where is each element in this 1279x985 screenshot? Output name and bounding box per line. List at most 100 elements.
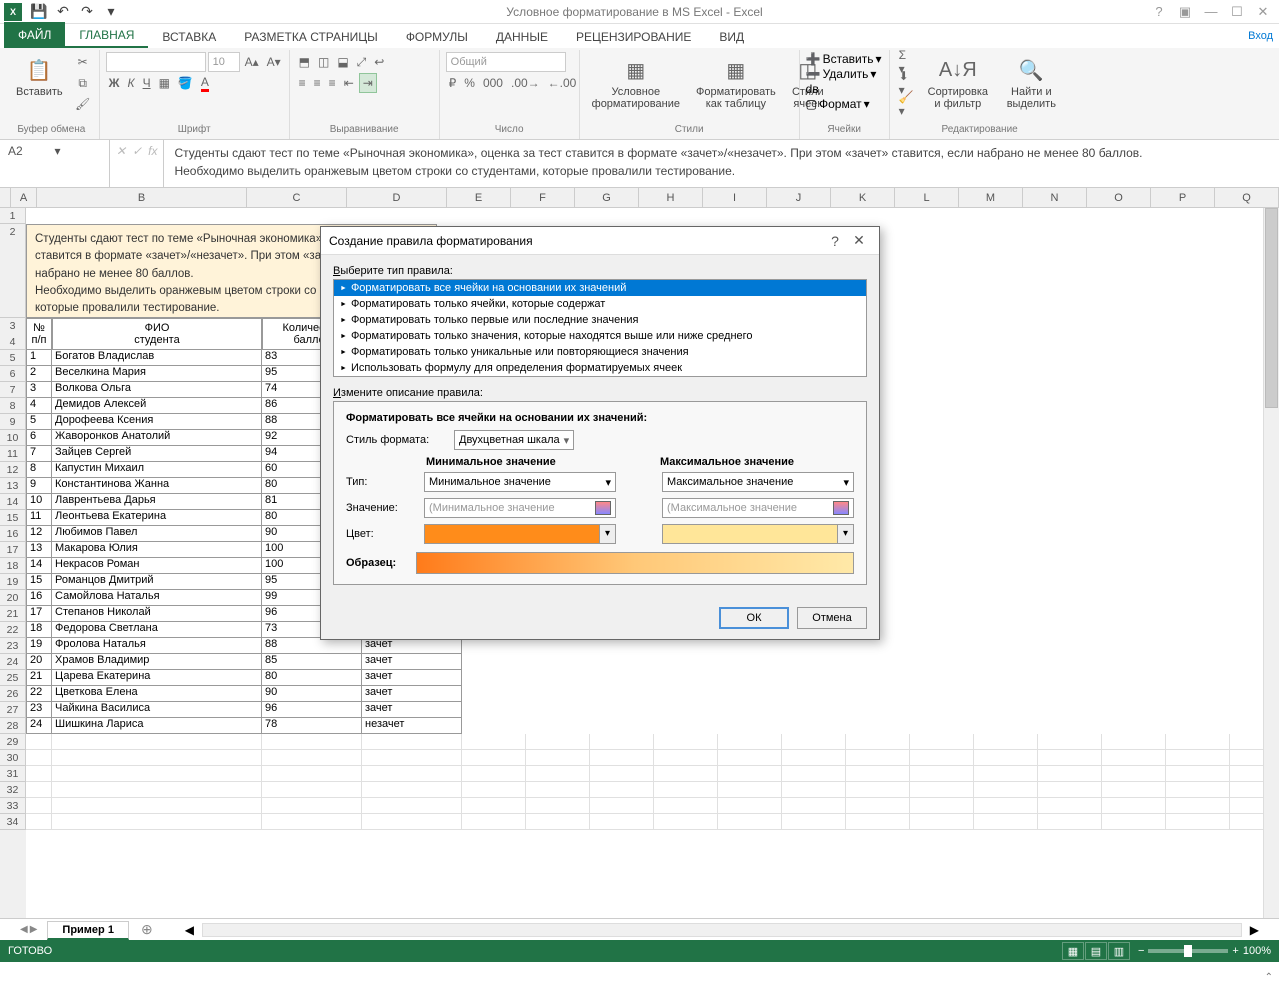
paste-button[interactable]: 📋 Вставить xyxy=(10,52,69,100)
data-cell[interactable]: Веселкина Мария xyxy=(52,366,262,382)
align-left-icon[interactable]: ≡ xyxy=(296,73,309,93)
row-header[interactable]: 16 xyxy=(0,526,26,542)
tab-formulas[interactable]: ФОРМУЛЫ xyxy=(392,26,482,48)
column-header[interactable]: G xyxy=(575,188,639,207)
data-cell[interactable]: Макарова Юлия xyxy=(52,542,262,558)
column-header[interactable]: P xyxy=(1151,188,1215,207)
dialog-titlebar[interactable]: Создание правила форматирования ? ✕ xyxy=(321,227,879,255)
data-cell[interactable]: 16 xyxy=(26,590,52,606)
data-cell[interactable]: зачет xyxy=(362,670,462,686)
data-cell[interactable]: Степанов Николай xyxy=(52,606,262,622)
data-cell[interactable]: 85 xyxy=(262,654,362,670)
hscroll-right-icon[interactable]: ▶ xyxy=(1250,923,1259,937)
data-cell[interactable]: Демидов Алексей xyxy=(52,398,262,414)
data-cell[interactable]: 4 xyxy=(26,398,52,414)
rule-type-item[interactable]: Форматировать только ячейки, которые сод… xyxy=(334,296,866,312)
italic-button[interactable]: К xyxy=(125,73,138,93)
data-cell[interactable]: Самойлова Наталья xyxy=(52,590,262,606)
min-value-field[interactable]: (Минимальное значение xyxy=(424,498,616,518)
delete-cells-button[interactable]: ➖ Удалить ▾ xyxy=(806,67,877,81)
data-cell[interactable]: 6 xyxy=(26,430,52,446)
font-color-icon[interactable]: А xyxy=(198,73,212,93)
data-cell[interactable]: Волкова Ольга xyxy=(52,382,262,398)
data-cell[interactable]: Константинова Жанна xyxy=(52,478,262,494)
close-icon[interactable]: ✕ xyxy=(1251,2,1275,22)
row-header[interactable]: 21 xyxy=(0,606,26,622)
tab-insert[interactable]: ВСТАВКА xyxy=(148,26,230,48)
min-type-combo[interactable]: Минимальное значение▾ xyxy=(424,472,616,492)
data-cell[interactable]: 10 xyxy=(26,494,52,510)
min-color-combo[interactable]: ▾ xyxy=(424,524,616,544)
column-header[interactable]: C xyxy=(247,188,347,207)
table-row[interactable]: 19Фролова Наталья88зачет xyxy=(26,638,1279,654)
save-icon[interactable]: 💾 xyxy=(28,2,50,22)
data-cell[interactable]: Капустин Михаил xyxy=(52,462,262,478)
fx-icon[interactable]: fx xyxy=(148,144,157,158)
row-header[interactable]: 30 xyxy=(0,750,26,766)
data-cell[interactable]: 1 xyxy=(26,350,52,366)
row-header[interactable]: 1 xyxy=(0,208,26,224)
row-header[interactable]: 8 xyxy=(0,398,26,414)
row-header[interactable]: 11 xyxy=(0,446,26,462)
data-cell[interactable]: 18 xyxy=(26,622,52,638)
column-header[interactable]: K xyxy=(831,188,895,207)
row-header[interactable]: 34 xyxy=(0,318,26,350)
column-header[interactable]: H xyxy=(639,188,703,207)
row-header[interactable]: 18 xyxy=(0,558,26,574)
data-cell[interactable]: 90 xyxy=(262,686,362,702)
normal-view-icon[interactable]: ▦ xyxy=(1062,942,1084,960)
tab-view[interactable]: ВИД xyxy=(705,26,758,48)
conditional-formatting-button[interactable]: ▦ Условное форматирование xyxy=(586,52,686,112)
font-size-combo[interactable] xyxy=(208,52,240,72)
row-header[interactable]: 25 xyxy=(0,670,26,686)
tab-data[interactable]: ДАННЫЕ xyxy=(482,26,562,48)
data-cell[interactable]: 80 xyxy=(262,670,362,686)
data-cell[interactable]: 96 xyxy=(262,702,362,718)
data-cell[interactable]: Лаврентьева Дарья xyxy=(52,494,262,510)
collapse-ribbon-icon[interactable]: ⌃ xyxy=(1265,972,1273,983)
row-header[interactable]: 34 xyxy=(0,814,26,830)
row-header[interactable]: 13 xyxy=(0,478,26,494)
minimize-icon[interactable]: — xyxy=(1199,2,1223,22)
data-cell[interactable]: 11 xyxy=(26,510,52,526)
data-cell[interactable]: Зайцев Сергей xyxy=(52,446,262,462)
format-as-table-button[interactable]: ▦ Форматировать как таблицу xyxy=(690,52,782,112)
data-cell[interactable]: зачет xyxy=(362,638,462,654)
row-header[interactable]: 12 xyxy=(0,462,26,478)
login-link[interactable]: Вход xyxy=(1248,30,1273,42)
data-cell[interactable]: 17 xyxy=(26,606,52,622)
tab-home[interactable]: ГЛАВНАЯ xyxy=(65,24,148,48)
currency-icon[interactable]: ₽ xyxy=(446,73,460,93)
row-header[interactable]: 32 xyxy=(0,782,26,798)
row-header[interactable]: 17 xyxy=(0,542,26,558)
data-cell[interactable]: 78 xyxy=(262,718,362,734)
column-header[interactable]: Q xyxy=(1215,188,1279,207)
formula-text[interactable]: Студенты сдают тест по теме «Рыночная эк… xyxy=(164,140,1279,187)
data-cell[interactable]: 21 xyxy=(26,670,52,686)
ribbon-options-icon[interactable]: ▣ xyxy=(1173,2,1197,22)
undo-icon[interactable]: ↶ xyxy=(52,2,74,22)
format-cells-button[interactable]: ▢ Формат ▾ xyxy=(806,97,870,111)
data-cell[interactable]: Федорова Светлана xyxy=(52,622,262,638)
data-cell[interactable]: Любимов Павел xyxy=(52,526,262,542)
copy-icon[interactable]: ⧉ xyxy=(73,73,93,93)
rule-type-item[interactable]: Форматировать только первые или последни… xyxy=(334,312,866,328)
dialog-help-icon[interactable]: ? xyxy=(823,233,847,249)
align-bottom-icon[interactable]: ⬓ xyxy=(334,52,351,72)
rule-type-item[interactable]: Форматировать только значения, которые н… xyxy=(334,328,866,344)
data-cell[interactable]: зачет xyxy=(362,686,462,702)
row-header[interactable]: 5 xyxy=(0,350,26,366)
data-cell[interactable]: Храмов Владимир xyxy=(52,654,262,670)
zoom-out-icon[interactable]: − xyxy=(1138,945,1144,957)
table-header-cell[interactable]: №п/п xyxy=(26,318,52,350)
sheet-next-icon[interactable]: ▶ xyxy=(30,924,38,935)
row-header[interactable]: 20 xyxy=(0,590,26,606)
qat-dropdown-icon[interactable]: ▾ xyxy=(100,2,122,22)
cancel-edit-icon[interactable]: ✕ xyxy=(116,144,126,158)
max-color-combo[interactable]: ▾ xyxy=(662,524,854,544)
increase-decimal-icon[interactable]: .00→ xyxy=(508,73,543,93)
row-header[interactable]: 22 xyxy=(0,622,26,638)
table-row[interactable]: 20Храмов Владимир85зачет xyxy=(26,654,1279,670)
data-cell[interactable]: 20 xyxy=(26,654,52,670)
insert-cells-button[interactable]: ➕ Вставить ▾ xyxy=(806,52,882,66)
